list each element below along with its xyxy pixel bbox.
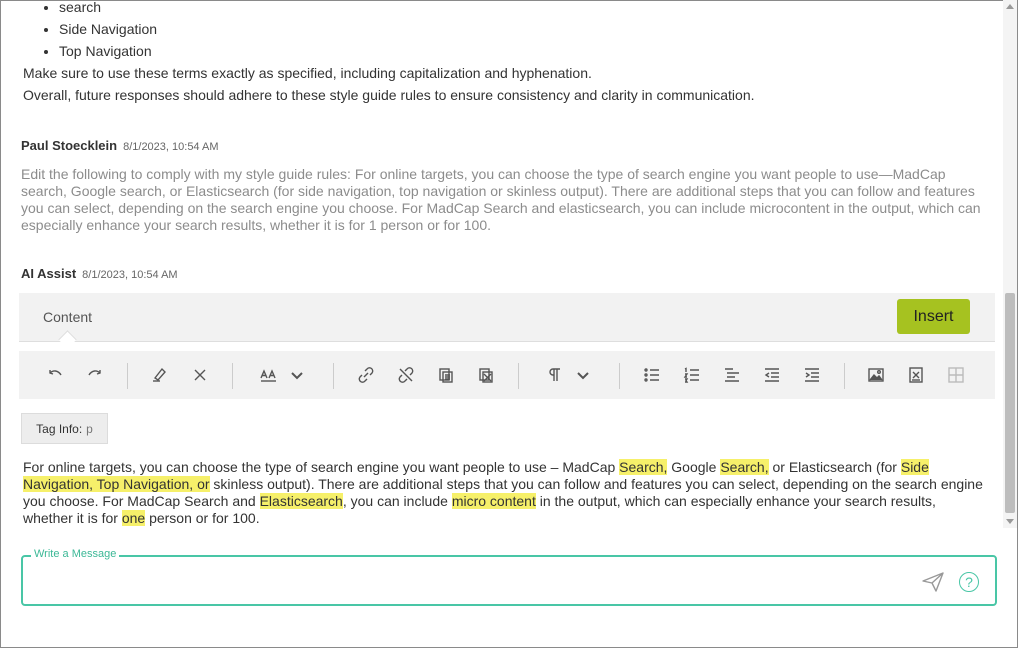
redo-icon[interactable] — [83, 363, 107, 387]
author-name: AI Assist — [21, 266, 77, 281]
message-input[interactable] — [33, 569, 917, 595]
edited-text: Google — [667, 459, 721, 475]
unlink-icon[interactable] — [394, 363, 418, 387]
edited-text: person or for 100. — [145, 510, 260, 526]
clear-format-icon[interactable] — [147, 363, 171, 387]
user-message-header: Paul Stoecklein 8/1/2023, 10:54 AM — [21, 138, 219, 153]
image-icon[interactable] — [864, 363, 888, 387]
vertical-scrollbar[interactable] — [1003, 0, 1017, 528]
highlighted-change: micro content — [451, 493, 536, 509]
prior-message-line: Overall, future responses should adhere … — [23, 87, 755, 103]
term-list: search Side Navigation Top Navigation — [39, 0, 157, 62]
toolbar-separator — [333, 363, 334, 389]
highlighted-change: Search, — [619, 459, 668, 475]
scroll-down-icon[interactable] — [1006, 519, 1014, 524]
ai-message-header: AI Assist 8/1/2023, 10:54 AM — [21, 266, 178, 281]
author-name: Paul Stoecklein — [21, 138, 118, 153]
edited-text: For online targets, you can choose the t… — [23, 459, 620, 475]
insert-button[interactable]: Insert — [897, 299, 970, 334]
font-size-icon[interactable] — [257, 363, 281, 387]
message-label: Write a Message — [31, 548, 120, 560]
chevron-down-icon[interactable] — [285, 363, 309, 387]
table-icon — [944, 363, 968, 387]
term-item: search — [59, 0, 157, 18]
editor-tabbar: Content Insert — [19, 293, 995, 349]
term-item: Top Navigation — [59, 40, 157, 62]
indent-icon[interactable] — [800, 363, 824, 387]
tag-info-badge: Tag Info: p — [21, 413, 108, 444]
highlighted-change: Search, — [720, 459, 769, 475]
message-composer: Write a Message ? — [21, 548, 997, 606]
highlighted-change: Elasticsearch — [259, 493, 343, 509]
toolbar-separator — [232, 363, 233, 389]
message-timestamp: 8/1/2023, 10:54 AM — [123, 141, 219, 153]
tab-content[interactable]: Content — [43, 309, 92, 325]
undo-icon[interactable] — [43, 363, 67, 387]
editor-toolbar — [19, 351, 995, 399]
help-icon[interactable]: ? — [959, 572, 979, 592]
edited-text: , you can include — [342, 493, 452, 509]
scrollbar-thumb[interactable] — [1005, 293, 1015, 513]
term-item: Side Navigation — [59, 18, 157, 40]
send-icon[interactable] — [921, 571, 945, 593]
toolbar-separator — [127, 363, 128, 389]
prior-message-line: Make sure to use these terms exactly as … — [23, 65, 592, 81]
copy-icon[interactable] — [434, 363, 458, 387]
chevron-down-icon[interactable] — [571, 363, 595, 387]
link-icon[interactable] — [354, 363, 378, 387]
message-timestamp: 8/1/2023, 10:54 AM — [82, 269, 178, 281]
highlighted-change: one — [121, 510, 146, 526]
numbered-list-icon[interactable] — [680, 363, 704, 387]
toolbar-separator — [844, 363, 845, 389]
tab-active-pointer — [58, 330, 77, 349]
insert-field-icon[interactable] — [904, 363, 928, 387]
outdent-icon[interactable] — [760, 363, 784, 387]
remove-icon[interactable] — [188, 363, 212, 387]
bulleted-list-icon[interactable] — [640, 363, 664, 387]
paragraph-icon[interactable] — [542, 363, 566, 387]
paste-special-icon[interactable] — [474, 363, 498, 387]
toolbar-separator — [518, 363, 519, 389]
edited-content[interactable]: For online targets, you can choose the t… — [23, 459, 983, 527]
toolbar-separator — [619, 363, 620, 389]
edited-text: or Elasticsearch (for — [768, 459, 901, 475]
user-message-text: Edit the following to comply with my sty… — [21, 166, 981, 233]
align-icon[interactable] — [720, 363, 744, 387]
scroll-up-icon[interactable] — [1006, 4, 1014, 9]
tag-info-value: p — [86, 421, 93, 436]
conversation-area[interactable]: search Side Navigation Top Navigation Ma… — [0, 0, 1002, 528]
tag-info-label: Tag Info: — [36, 421, 83, 436]
